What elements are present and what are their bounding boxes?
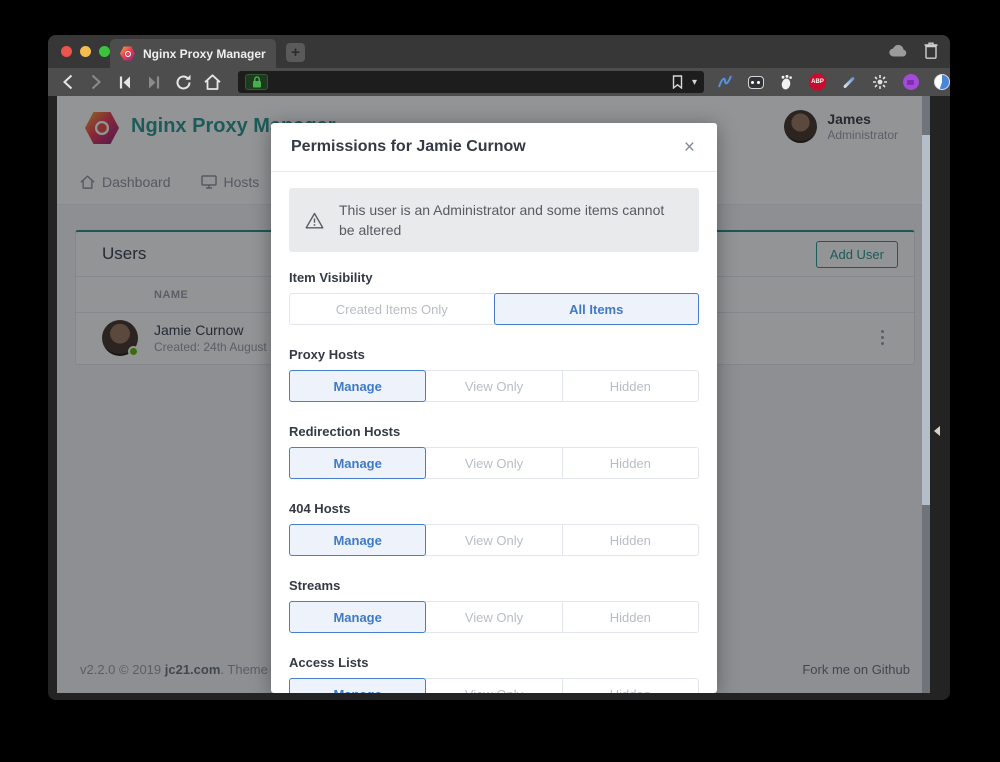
permissions-modal: Permissions for Jamie Curnow × This user… [271, 123, 717, 693]
modal-title: Permissions for Jamie Curnow [291, 136, 526, 158]
alert-text: This user is an Administrator and some i… [339, 200, 683, 240]
scrollbar-thumb[interactable] [922, 135, 930, 505]
reload-button[interactable] [174, 73, 192, 91]
ext-profile-icon[interactable] [933, 74, 950, 91]
group-label: Redirection Hosts [289, 424, 699, 439]
admin-warning-alert: This user is an Administrator and some i… [289, 188, 699, 252]
access-lists-manage-button[interactable]: Manage [289, 678, 426, 693]
redirection-hosts-group: Redirection Hosts Manage View Only Hidde… [289, 424, 699, 479]
proxy-hosts-manage-button[interactable]: Manage [289, 370, 426, 402]
group-label: Proxy Hosts [289, 347, 699, 362]
group-label: Access Lists [289, 655, 699, 670]
favicon [120, 46, 135, 61]
streams-manage-button[interactable]: Manage [289, 601, 426, 633]
proxy-hosts-hidden-button[interactable]: Hidden [562, 370, 699, 402]
browser-toolbar: ▾ ABP [48, 68, 950, 96]
trash-icon[interactable] [924, 42, 938, 59]
warning-triangle-icon [305, 212, 324, 229]
fast-forward-button[interactable] [145, 73, 163, 91]
panel-toggle-arrow-icon[interactable] [934, 426, 940, 436]
redirection-hosts-view-only-button[interactable]: View Only [425, 447, 562, 479]
window-controls [61, 46, 110, 57]
ssl-lock-icon[interactable] [245, 74, 268, 90]
item-visibility-group: Item Visibility Created Items Only All I… [289, 270, 699, 325]
streams-hidden-button[interactable]: Hidden [562, 601, 699, 633]
browser-window: Nginx Proxy Manager + [48, 35, 950, 700]
page-scrollbar[interactable] [922, 96, 930, 693]
modal-close-icon[interactable]: × [682, 138, 697, 157]
zoom-window-button[interactable] [99, 46, 110, 57]
redirection-hosts-manage-button[interactable]: Manage [289, 447, 426, 479]
bookmark-caret-icon[interactable]: ▾ [692, 77, 697, 88]
ext-purple-icon[interactable] [902, 74, 919, 91]
close-window-button[interactable] [61, 46, 72, 57]
404-hosts-view-only-button[interactable]: View Only [425, 524, 562, 556]
rewind-button[interactable] [116, 73, 134, 91]
access-lists-hidden-button[interactable]: Hidden [562, 678, 699, 693]
404-hosts-manage-button[interactable]: Manage [289, 524, 426, 556]
ext-gnome-foot-icon[interactable] [778, 74, 795, 91]
minimize-window-button[interactable] [80, 46, 91, 57]
visibility-all-items-button[interactable]: All Items [494, 293, 700, 325]
streams-view-only-button[interactable]: View Only [425, 601, 562, 633]
group-label: Item Visibility [289, 270, 699, 285]
proxy-hosts-view-only-button[interactable]: View Only [425, 370, 562, 402]
ext-pen-icon[interactable] [840, 74, 857, 91]
group-label: Streams [289, 578, 699, 593]
tab-bar: Nginx Proxy Manager + [48, 35, 950, 68]
back-button[interactable] [58, 73, 76, 91]
group-label: 404 Hosts [289, 501, 699, 516]
access-lists-view-only-button[interactable]: View Only [425, 678, 562, 693]
new-tab-button[interactable]: + [286, 43, 305, 62]
browser-tab[interactable]: Nginx Proxy Manager [110, 39, 276, 68]
ext-discord-icon[interactable] [747, 74, 764, 91]
web-page: Nginx Proxy Manager James Administrator … [57, 96, 922, 693]
address-bar[interactable]: ▾ [238, 71, 704, 93]
visibility-created-items-only-button[interactable]: Created Items Only [289, 293, 495, 325]
streams-group: Streams Manage View Only Hidden [289, 578, 699, 633]
404-hosts-hidden-button[interactable]: Hidden [562, 524, 699, 556]
sync-cloud-icon[interactable] [889, 44, 908, 57]
viewport: Nginx Proxy Manager James Administrator … [48, 96, 950, 700]
forward-button[interactable] [87, 73, 105, 91]
ext-signature-icon[interactable] [716, 74, 733, 91]
bookmark-icon[interactable] [672, 75, 683, 89]
ext-settings-atom-icon[interactable] [871, 74, 888, 91]
ext-adblock-plus-icon[interactable]: ABP [809, 74, 826, 91]
access-lists-group: Access Lists Manage View Only Hidden [289, 655, 699, 693]
404-hosts-group: 404 Hosts Manage View Only Hidden [289, 501, 699, 556]
home-button[interactable] [203, 73, 221, 91]
proxy-hosts-group: Proxy Hosts Manage View Only Hidden [289, 347, 699, 402]
redirection-hosts-hidden-button[interactable]: Hidden [562, 447, 699, 479]
tab-title: Nginx Proxy Manager [143, 47, 266, 61]
